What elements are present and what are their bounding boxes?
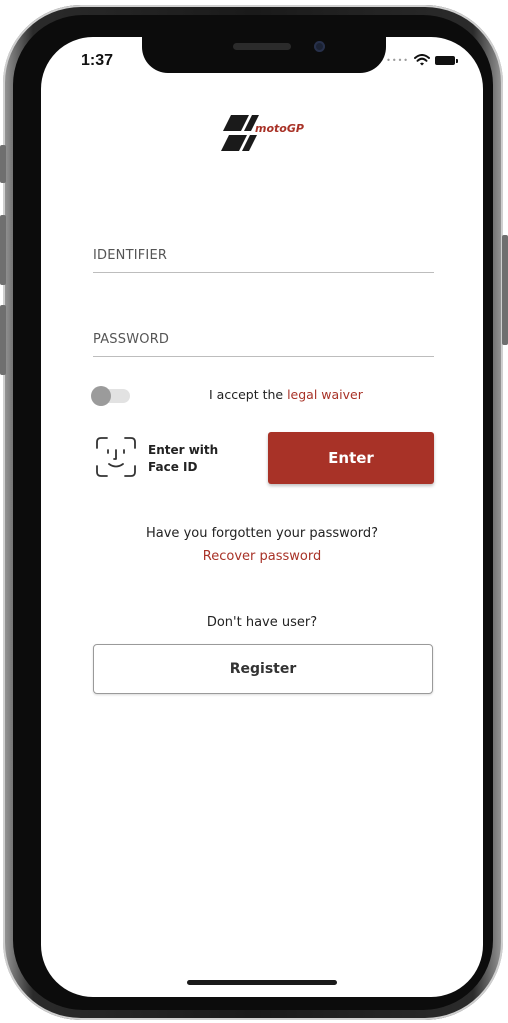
notch: [142, 37, 386, 73]
battery-icon: [435, 55, 458, 65]
wifi-icon: [414, 54, 430, 66]
app-screenshot: 1:37 •••• motoGP IDENTIFIER PASSWORD I a…: [0, 0, 508, 1023]
face-id-label[interactable]: Enter with Face ID: [148, 442, 238, 476]
password-field[interactable]: PASSWORD: [93, 332, 434, 357]
power-button: [502, 235, 508, 345]
earpiece-speaker: [233, 43, 291, 50]
front-camera: [314, 41, 325, 52]
enter-button[interactable]: Enter: [268, 432, 434, 484]
toggle-knob: [91, 386, 111, 406]
register-button[interactable]: Register: [93, 644, 433, 694]
legal-waiver-text: I accept the legal waiver: [209, 387, 363, 402]
forgot-password-text: Have you forgotten your password?: [146, 526, 378, 541]
phone-screen: 1:37 •••• motoGP IDENTIFIER PASSWORD I a…: [41, 37, 483, 997]
face-id-line1: Enter with: [148, 443, 219, 457]
volume-up-button: [0, 215, 6, 285]
home-indicator[interactable]: [187, 980, 337, 985]
waiver-prefix: I accept the: [209, 387, 288, 402]
status-time: 1:37: [81, 52, 114, 69]
password-label: PASSWORD: [93, 332, 170, 347]
identifier-field[interactable]: IDENTIFIER: [93, 248, 434, 273]
identifier-label: IDENTIFIER: [93, 248, 168, 263]
motogp-logo: motoGP: [221, 115, 304, 151]
volume-down-button: [0, 305, 6, 375]
signal-dots-icon: ••••: [386, 55, 409, 65]
legal-waiver-link[interactable]: legal waiver: [287, 387, 363, 402]
recover-password-link[interactable]: Recover password: [41, 549, 483, 564]
legal-waiver-toggle[interactable]: [91, 386, 130, 406]
status-icons: ••••: [386, 54, 458, 66]
face-id-line2: Face ID: [148, 460, 198, 474]
silent-switch: [0, 145, 6, 183]
face-id-icon[interactable]: [94, 435, 138, 479]
logo-wordmark: motoGP: [255, 122, 304, 135]
no-user-text: Don't have user?: [206, 615, 318, 630]
